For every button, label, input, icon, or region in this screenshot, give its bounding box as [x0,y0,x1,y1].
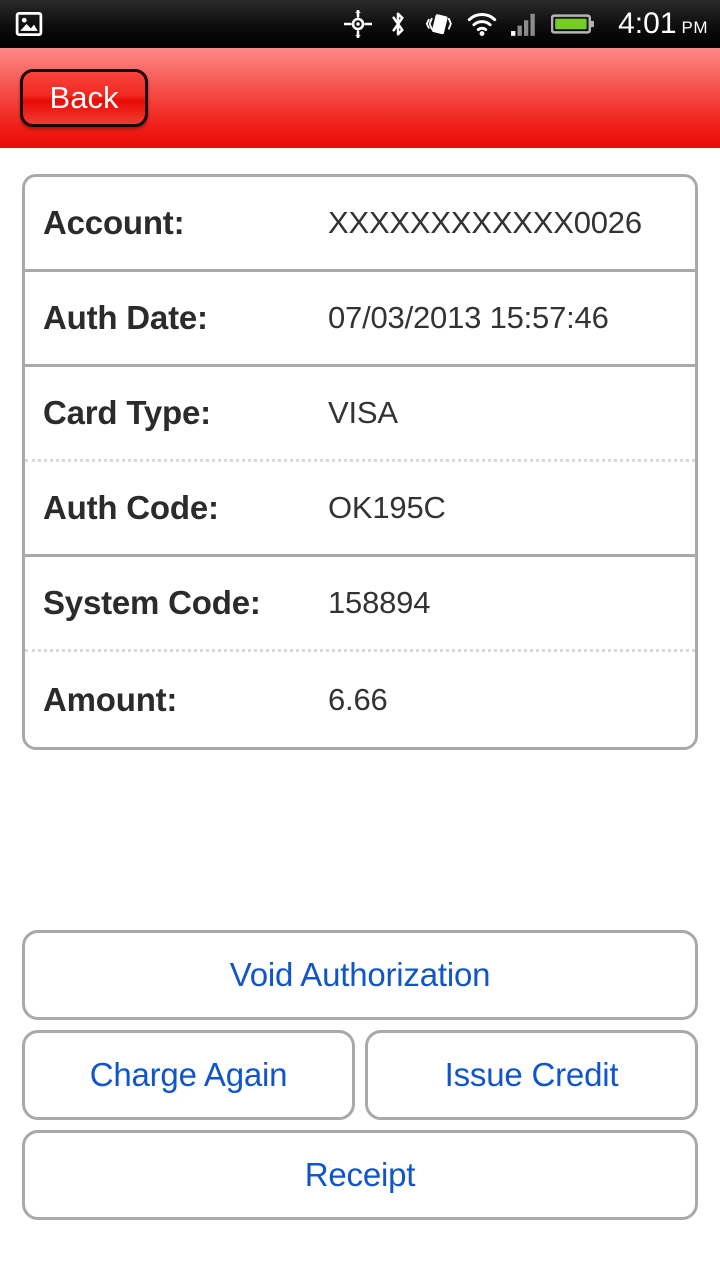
vibrate-mode-icon [424,10,454,38]
back-button[interactable]: Back [20,69,148,127]
clock-ampm: PM [681,18,708,37]
clock-time: 4:01 [618,7,677,40]
cellular-signal-icon [510,11,538,37]
row-label-auth-date: Auth Date: [43,299,208,336]
row-value-card-type: VISA [328,395,398,430]
action-button-group: Void Authorization Charge Again Issue Cr… [22,930,698,1220]
row-label-account: Account: [43,204,185,241]
battery-icon [551,11,595,37]
table-row: Account: XXXXXXXXXXXX0026 [25,177,695,272]
status-bar: 4:01 PM [0,0,720,48]
table-row: Amount: 6.66 [25,652,695,747]
row-label-system-code: System Code: [43,584,261,621]
void-authorization-label: Void Authorization [229,956,491,993]
table-row: Auth Date: 07/03/2013 15:57:46 [25,272,695,367]
transaction-details-card: Account: XXXXXXXXXXXX0026 Auth Date: 07/… [22,174,698,750]
gps-icon [344,10,373,38]
bluetooth-icon [385,10,411,38]
issue-credit-label: Issue Credit [444,1056,619,1093]
row-label-card-type: Card Type: [43,394,211,431]
secondary-action-row: Charge Again Issue Credit [22,1030,698,1120]
photo-gallery-icon [14,9,44,39]
charge-again-label: Charge Again [89,1056,288,1093]
row-value-auth-code: OK195C [328,490,446,525]
row-value-amount: 6.66 [328,681,388,717]
row-label-auth-code: Auth Code: [43,489,219,526]
table-row: Card Type: VISA [25,367,695,462]
status-bar-left-icons [14,9,44,39]
charge-again-button[interactable]: Charge Again [22,1030,355,1120]
wifi-icon [467,11,497,37]
table-row: Auth Code: OK195C [25,462,695,557]
receipt-label: Receipt [304,1156,416,1193]
status-bar-clock: 4:01 PM [618,7,708,41]
table-row: System Code: 158894 [25,557,695,652]
void-authorization-button[interactable]: Void Authorization [22,930,698,1020]
row-value-account: XXXXXXXXXXXX0026 [328,205,642,240]
row-label-amount: Amount: [43,680,178,718]
status-bar-right-icons: 4:01 PM [344,7,708,41]
back-button-label: Back [49,80,119,115]
row-value-auth-date: 07/03/2013 15:57:46 [328,300,609,335]
app-header: Back [0,48,720,148]
issue-credit-button[interactable]: Issue Credit [365,1030,698,1120]
receipt-button[interactable]: Receipt [22,1130,698,1220]
row-value-system-code: 158894 [328,585,431,620]
